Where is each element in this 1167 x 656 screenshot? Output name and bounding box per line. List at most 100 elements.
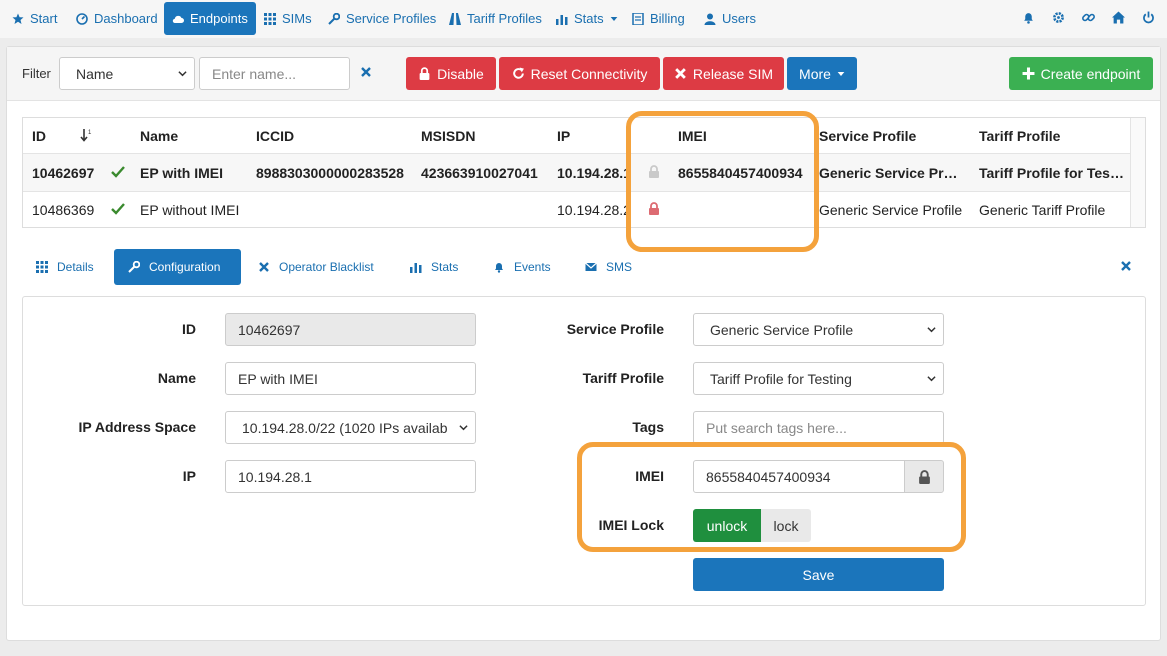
lock-icon	[419, 67, 430, 80]
save-label: Save	[802, 566, 835, 583]
service-profile-select[interactable]: Generic Service Profile	[693, 313, 944, 346]
grid-icon	[36, 261, 48, 273]
nav-stats-label: Stats	[574, 11, 604, 26]
top-navigation: Start Dashboard Endpoints SIMs Service P…	[0, 0, 1167, 38]
col-header-id[interactable]: ID	[32, 128, 46, 144]
close-icon	[259, 262, 269, 272]
nav-billing-label: Billing	[650, 11, 685, 26]
lock-label: lock	[773, 517, 799, 534]
close-details-icon[interactable]	[1120, 260, 1132, 272]
tab-events[interactable]: Events	[479, 249, 565, 285]
lock-icon	[918, 469, 930, 484]
clear-filter-icon[interactable]	[360, 66, 372, 78]
nav-sims[interactable]: SIMs	[256, 2, 320, 35]
endpoints-table: ID 1 Name ICCID MSISDN IP IMEI Service P…	[22, 117, 1146, 228]
col-header-service-profile[interactable]: Service Profile	[819, 128, 916, 144]
home-icon[interactable]	[1111, 10, 1125, 24]
release-sim-button[interactable]: Release SIM	[663, 57, 784, 90]
nav-users[interactable]: Users	[696, 2, 764, 35]
nav-service-profiles[interactable]: Service Profiles	[320, 2, 444, 35]
check-icon	[111, 203, 125, 215]
nav-billing[interactable]: Billing	[624, 2, 693, 35]
nav-tariff-profiles[interactable]: Tariff Profiles	[441, 2, 550, 35]
id-value: 10462697	[238, 321, 301, 338]
nav-service-profiles-label: Service Profiles	[346, 11, 437, 26]
service-profile-label: Service Profile	[566, 321, 664, 337]
ip-space-value: 10.194.28.0/22 (1020 IPs availab	[242, 419, 448, 436]
nav-endpoints-label: Endpoints	[190, 11, 248, 26]
tab-operator-blacklist[interactable]: Operator Blacklist	[244, 249, 388, 285]
nav-endpoints[interactable]: Endpoints	[164, 2, 256, 35]
create-endpoint-button[interactable]: Create endpoint	[1009, 57, 1153, 90]
endpoints-panel: Filter Name Enter name... Disable Reset …	[6, 46, 1161, 641]
more-button[interactable]: More	[787, 57, 857, 90]
ip-space-label: IP Address Space	[78, 419, 196, 435]
tab-details[interactable]: Details	[22, 249, 108, 285]
tab-sms[interactable]: SMS	[571, 249, 646, 285]
nav-sims-label: SIMs	[282, 11, 312, 26]
cell-ip: 10.194.28.1	[557, 165, 631, 181]
tab-stats[interactable]: Stats	[396, 249, 472, 285]
lock-icon[interactable]	[648, 202, 660, 215]
more-label: More	[799, 65, 831, 82]
user-icon	[704, 13, 716, 25]
col-header-name[interactable]: Name	[140, 128, 178, 144]
name-field[interactable]: EP with IMEI	[225, 362, 476, 395]
ip-field[interactable]: 10.194.28.1	[225, 460, 476, 493]
lock-icon[interactable]	[648, 165, 660, 178]
cell-name: EP with IMEI	[140, 165, 223, 181]
imei-unlock-toggle[interactable]: unlock	[693, 509, 761, 542]
col-header-imei[interactable]: IMEI	[678, 128, 707, 144]
filter-bar: Filter Name Enter name... Disable Reset …	[7, 47, 1160, 101]
col-header-msisdn[interactable]: MSISDN	[421, 128, 475, 144]
close-icon	[675, 68, 686, 79]
power-icon[interactable]	[1141, 10, 1155, 24]
table-row[interactable]: 10462697 EP with IMEI 898830300000028352…	[23, 154, 1130, 191]
nav-start-label: Start	[30, 11, 58, 26]
id-field: 10462697	[225, 313, 476, 346]
table-row[interactable]: 10486369 EP without IMEI 10.194.28.2 Gen…	[23, 192, 1130, 227]
save-button[interactable]: Save	[693, 558, 944, 591]
name-label: Name	[157, 370, 196, 386]
ip-space-select[interactable]: 10.194.28.0/22 (1020 IPs availab	[225, 411, 476, 444]
tab-stats-label: Stats	[431, 260, 459, 274]
billing-icon	[632, 12, 644, 25]
imei-lock-toggle[interactable]: lock	[761, 509, 811, 542]
star-icon	[12, 13, 24, 24]
link-icon[interactable]	[1081, 10, 1095, 24]
imei-label: IMEI	[635, 468, 664, 484]
table-scrollbar[interactable]	[1130, 118, 1145, 227]
bell-icon[interactable]	[1021, 10, 1035, 24]
name-value: EP with IMEI	[238, 370, 318, 387]
tab-configuration[interactable]: Configuration	[114, 249, 241, 285]
tariff-profile-select[interactable]: Tariff Profile for Testing	[693, 362, 944, 395]
col-header-iccid[interactable]: ICCID	[256, 128, 294, 144]
nav-stats[interactable]: Stats	[548, 2, 626, 35]
reset-connectivity-button[interactable]: Reset Connectivity	[499, 57, 660, 90]
col-header-ip[interactable]: IP	[557, 128, 570, 144]
nav-users-label: Users	[722, 11, 756, 26]
filter-field-select[interactable]: Name	[59, 57, 195, 90]
imei-lock-addon[interactable]	[904, 460, 944, 493]
tags-input[interactable]: Put search tags here...	[693, 411, 944, 444]
tab-events-label: Events	[514, 260, 551, 274]
gear-icon[interactable]	[1051, 10, 1065, 24]
col-header-tariff-profile[interactable]: Tariff Profile	[979, 128, 1060, 144]
nav-start[interactable]: Start	[4, 2, 65, 35]
cloud-icon	[172, 15, 184, 23]
filter-label: Filter	[22, 66, 51, 81]
cell-tariff-profile: Generic Tariff Profile	[979, 202, 1106, 218]
filter-search-input[interactable]: Enter name...	[199, 57, 350, 90]
tab-sms-label: SMS	[606, 260, 633, 274]
tags-placeholder: Put search tags here...	[706, 419, 847, 436]
cell-tariff-profile: Tariff Profile for Tes…	[979, 165, 1124, 181]
disable-button[interactable]: Disable	[406, 57, 496, 90]
cell-imei: 8655840457400934	[678, 165, 803, 181]
nav-dashboard[interactable]: Dashboard	[68, 2, 166, 35]
tags-label: Tags	[632, 419, 664, 435]
ip-label: IP	[182, 468, 196, 484]
tab-details-label: Details	[57, 260, 94, 274]
imei-field[interactable]: 8655840457400934	[693, 460, 905, 493]
sort-icon[interactable]: 1	[80, 128, 94, 142]
configuration-form: ID 10462697 Name EP with IMEI IP Address…	[22, 296, 1146, 606]
